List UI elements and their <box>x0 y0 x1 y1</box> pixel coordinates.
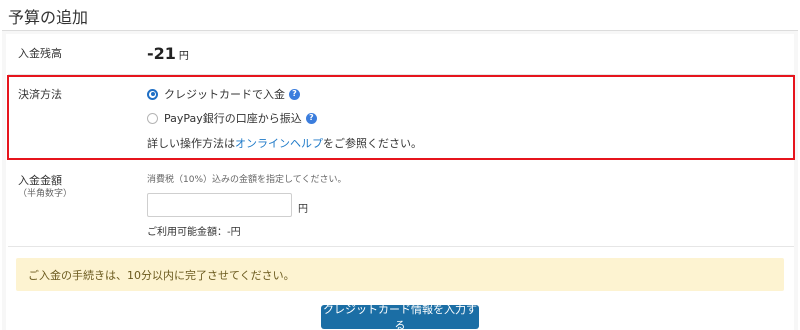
payment-method-label: 決済方法 <box>18 88 62 101</box>
balance-label: 入金残高 <box>18 47 62 60</box>
balance-value: -21 <box>147 44 176 63</box>
amount-sublabel: （半角数字） <box>18 189 73 199</box>
balance-value-group: -21 円 <box>147 44 189 63</box>
payment-option-credit-card-label: クレジットカードで入金 <box>164 88 285 101</box>
help-text-suffix: をご参照ください。 <box>323 137 422 150</box>
payment-option-bank-transfer-label: PayPay銀行の口座から振込 <box>164 112 302 125</box>
warning-message: ご入金の手続きは、10分以内に完了させてください。 <box>16 258 784 291</box>
payment-option-bank-transfer[interactable]: PayPay銀行の口座から振込 ? <box>147 110 317 126</box>
payment-option-credit-card[interactable]: クレジットカードで入金 ? <box>147 86 300 102</box>
radio-credit-card[interactable] <box>147 88 158 100</box>
help-icon[interactable]: ? <box>289 88 300 100</box>
radio-bank-transfer[interactable] <box>147 112 158 124</box>
warning-text: ご入金の手続きは、10分以内に完了させてください。 <box>28 268 295 282</box>
amount-note: 消費税（10%）込みの金額を指定してください。 <box>147 175 347 185</box>
page-title: 予算の追加 <box>8 8 89 27</box>
enter-credit-card-button[interactable]: クレジットカード情報を入力する <box>321 303 479 330</box>
available-amount: ご利用可能金額：-円 <box>147 227 241 238</box>
amount-unit: 円 <box>298 204 308 215</box>
amount-input[interactable] <box>147 193 292 217</box>
row-divider <box>8 246 794 247</box>
help-text-prefix: 詳しい操作方法は <box>147 137 235 150</box>
help-icon[interactable]: ? <box>305 112 317 124</box>
balance-unit: 円 <box>178 51 189 62</box>
online-help-link[interactable]: オンラインヘルプ <box>235 137 323 150</box>
help-text: 詳しい操作方法はオンラインヘルプをご参照ください。 <box>147 135 422 151</box>
